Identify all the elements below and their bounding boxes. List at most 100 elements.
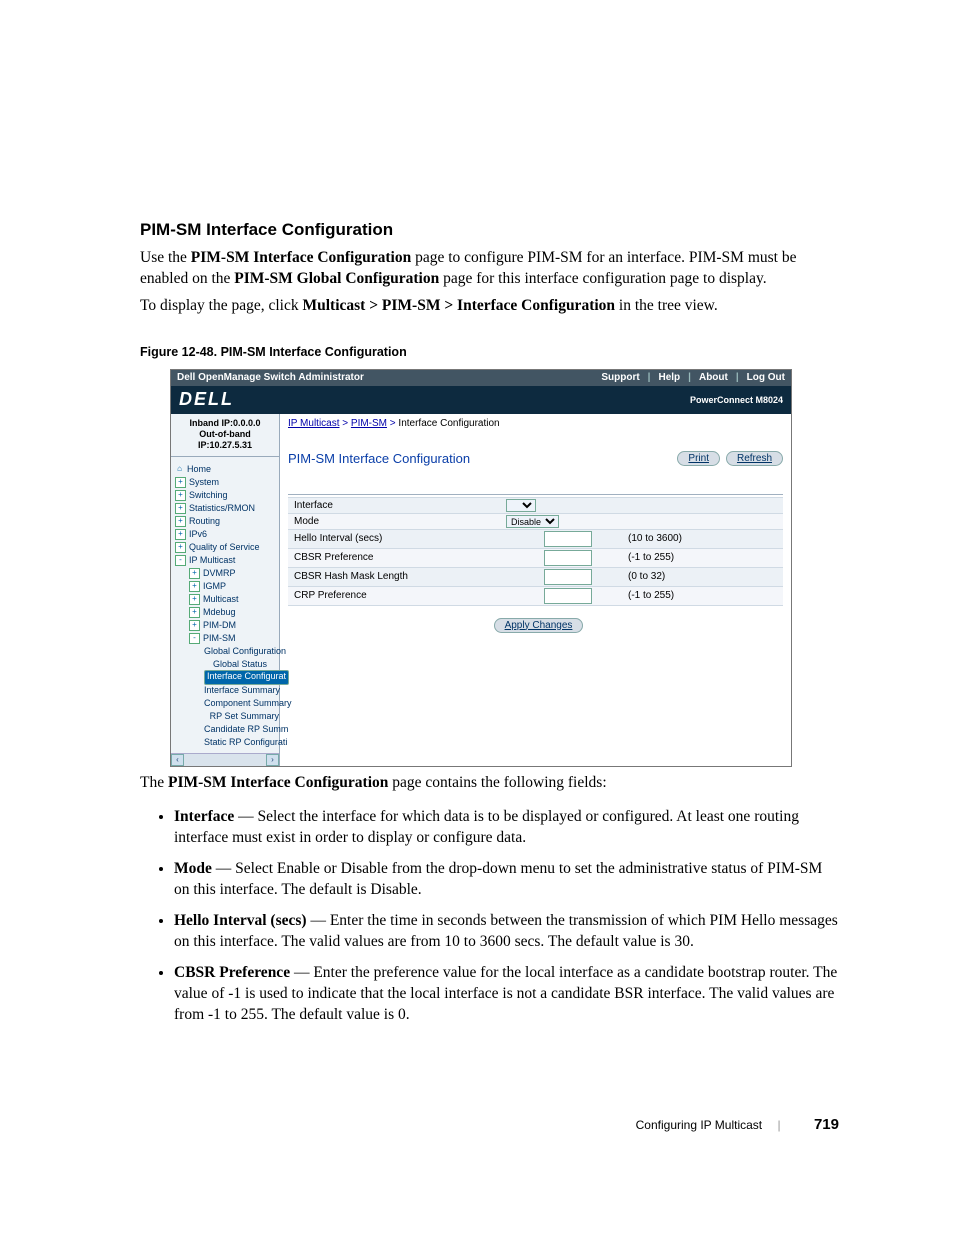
link-help[interactable]: Help — [658, 372, 680, 383]
sidebar-item[interactable]: Global Status — [175, 658, 279, 671]
table-row: CRP Preference (-1 to 255) — [288, 586, 783, 605]
config-form: InterfaceModeDisableHello Interval (secs… — [288, 497, 783, 606]
interface-select[interactable] — [506, 499, 536, 512]
sidebar-item[interactable]: +IGMP — [175, 580, 279, 593]
ip-info: Inband IP:0.0.0.0 Out-of-band IP:10.27.5… — [171, 414, 279, 457]
link-logout[interactable]: Log Out — [747, 372, 785, 383]
nav-tree: ⌂Home+System+Switching+Statistics/RMON+R… — [171, 457, 279, 753]
refresh-button[interactable]: Refresh — [726, 451, 783, 466]
intro-paragraph: Use the PIM-SM Interface Configuration p… — [140, 248, 839, 290]
sidebar-item-label: PIM-DM — [203, 620, 236, 630]
text: page contains the following fields: — [388, 774, 606, 791]
crumb-ipmulticast[interactable]: IP Multicast — [288, 418, 340, 429]
oob-ip: Out-of-band IP:10.27.5.31 — [171, 429, 279, 452]
numeric-input[interactable] — [544, 588, 592, 604]
link-support[interactable]: Support — [601, 372, 639, 383]
crumb-current: Interface Configuration — [398, 418, 499, 429]
sidebar-item[interactable]: +Routing — [175, 515, 279, 528]
field-range: (10 to 3600) — [622, 529, 783, 548]
plus-icon[interactable]: + — [189, 581, 200, 592]
list-item: Mode — Select Enable or Disable from the… — [174, 859, 839, 901]
plus-icon[interactable]: + — [175, 542, 186, 553]
sidebar-item[interactable]: +DVMRP — [175, 567, 279, 580]
text: page for this interface configuration pa… — [439, 270, 766, 287]
sidebar-item[interactable]: Candidate RP Summ — [175, 723, 279, 736]
plus-icon[interactable]: + — [175, 490, 186, 501]
separator: | — [736, 372, 739, 383]
section-heading: PIM-SM Interface Configuration — [140, 220, 839, 240]
page-number: 719 — [814, 1116, 839, 1133]
field-label: CBSR Hash Mask Length — [288, 567, 500, 586]
sidebar-item[interactable]: -PIM-SM — [175, 632, 279, 645]
sidebar-item[interactable]: +Multicast — [175, 593, 279, 606]
numeric-input[interactable] — [544, 569, 592, 585]
sidebar-item[interactable]: +Statistics/RMON — [175, 502, 279, 515]
sidebar-item-label: IPv6 — [189, 529, 207, 539]
sidebar-item-label: Home — [187, 464, 211, 474]
field-range: (-1 to 255) — [622, 586, 783, 605]
sidebar-item[interactable]: +PIM-DM — [175, 619, 279, 632]
sidebar-item[interactable]: -IP Multicast — [175, 554, 279, 567]
sidebar-item[interactable]: +Switching — [175, 489, 279, 502]
separator: | — [648, 372, 651, 383]
sidebar-item[interactable]: ⌂Home — [175, 463, 279, 476]
sidebar-item-label: IP Multicast — [189, 555, 235, 565]
dell-logo: DELL — [179, 389, 234, 410]
crumb-pimsm[interactable]: PIM-SM — [351, 418, 387, 429]
plus-icon[interactable]: + — [189, 568, 200, 579]
sidebar-item[interactable]: Static RP Configurati — [175, 736, 279, 749]
apply-changes-button[interactable]: Apply Changes — [494, 618, 584, 633]
numeric-input[interactable] — [544, 531, 592, 547]
minus-icon[interactable]: - — [175, 555, 186, 566]
plus-icon[interactable]: + — [189, 620, 200, 631]
plus-icon[interactable]: + — [175, 503, 186, 514]
tree-indent-icon — [201, 712, 207, 721]
list-item: Interface — Select the interface for whi… — [174, 807, 839, 849]
numeric-input[interactable] — [544, 550, 592, 566]
plus-icon[interactable]: + — [175, 516, 186, 527]
chevron-left-icon[interactable]: ‹ — [171, 754, 184, 766]
field-range: (-1 to 255) — [622, 548, 783, 567]
field-name: Mode — [174, 860, 212, 877]
link-about[interactable]: About — [699, 372, 728, 383]
field-label: CRP Preference — [288, 586, 500, 605]
inband-ip: Inband IP:0.0.0.0 — [171, 418, 279, 429]
list-item: Hello Interval (secs) — Enter the time i… — [174, 911, 839, 953]
figure-caption: Figure 12-48. PIM-SM Interface Configura… — [140, 345, 839, 359]
sidebar-item[interactable]: +IPv6 — [175, 528, 279, 541]
table-row: Interface — [288, 497, 783, 513]
chevron-right-icon[interactable]: › — [266, 754, 279, 766]
table-row: CBSR Hash Mask Length(0 to 32) — [288, 567, 783, 586]
post-figure-paragraph: The PIM-SM Interface Configuration page … — [140, 773, 839, 794]
print-button[interactable]: Print — [677, 451, 720, 466]
plus-icon[interactable]: + — [175, 529, 186, 540]
sidebar-scrollbar[interactable]: ‹ › — [171, 753, 279, 766]
window-titlebar: Dell OpenManage Switch Administrator Sup… — [171, 370, 791, 386]
sidebar-item-label: Routing — [189, 516, 220, 526]
minus-icon[interactable]: - — [189, 633, 200, 644]
table-row: Hello Interval (secs) (10 to 3600) — [288, 529, 783, 548]
plus-icon[interactable]: + — [189, 607, 200, 618]
sidebar-item[interactable]: Component Summary — [175, 697, 279, 710]
field-label: Hello Interval (secs) — [288, 529, 500, 548]
sidebar-item[interactable]: +Mdebug — [175, 606, 279, 619]
sidebar-item-label: IGMP — [203, 581, 226, 591]
field-control-cell — [500, 567, 622, 586]
sidebar-item[interactable]: +System — [175, 476, 279, 489]
sidebar-item-label: System — [189, 477, 219, 487]
sidebar-item[interactable]: RP Set Summary — [175, 710, 279, 723]
sidebar-item[interactable]: +Quality of Service — [175, 541, 279, 554]
mode-select[interactable]: Disable — [506, 515, 559, 528]
footer-section: Configuring IP Multicast — [636, 1118, 763, 1132]
sidebar-item-label: Switching — [189, 490, 228, 500]
sidebar-item[interactable]: Interface Configurat — [175, 671, 279, 684]
plus-icon[interactable]: + — [175, 477, 186, 488]
sidebar-item[interactable]: Interface Summary — [175, 684, 279, 697]
plus-icon[interactable]: + — [189, 594, 200, 605]
list-item: CBSR Preference — Enter the preference v… — [174, 963, 839, 1026]
table-row: ModeDisable — [288, 513, 783, 529]
sidebar-item[interactable]: Global Configuration — [175, 645, 279, 658]
sidebar-item-label: Component Summary — [204, 698, 292, 708]
home-icon[interactable]: ⌂ — [175, 465, 184, 474]
field-name: Interface — [174, 808, 234, 825]
